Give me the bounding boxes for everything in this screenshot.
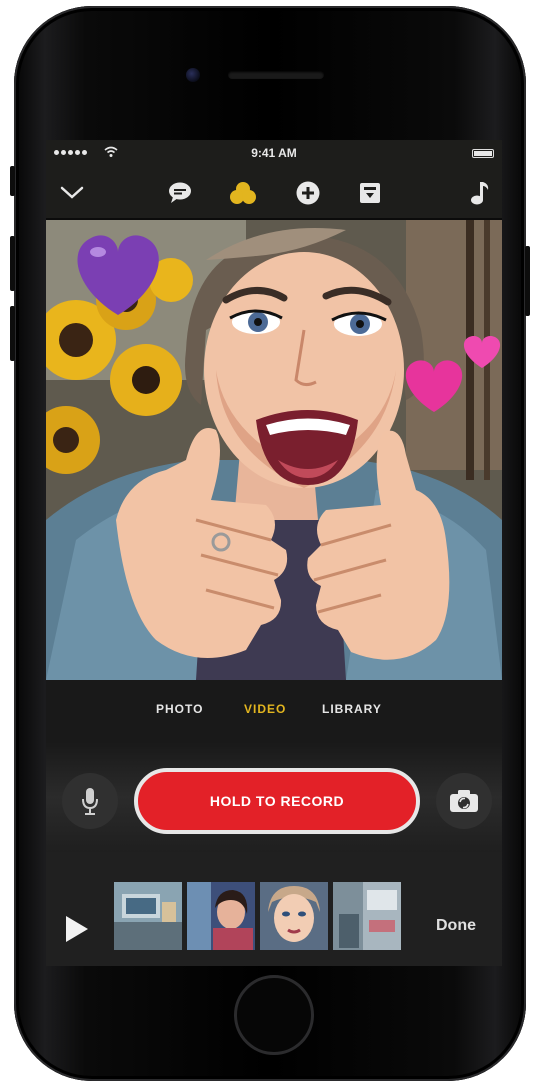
camera-preview[interactable] bbox=[46, 220, 502, 680]
hold-to-record-button[interactable]: HOLD TO RECORD bbox=[134, 768, 420, 834]
mode-library-tab[interactable]: LIBRARY bbox=[322, 702, 382, 716]
flip-camera-icon bbox=[450, 790, 478, 812]
status-bar: 9:41 AM bbox=[46, 140, 502, 168]
flip-camera-button[interactable] bbox=[436, 773, 492, 829]
clip-thumbnail-4[interactable] bbox=[333, 882, 401, 950]
chevron-down-icon[interactable] bbox=[58, 179, 86, 207]
earpiece-speaker bbox=[228, 71, 324, 79]
volume-up-button bbox=[10, 236, 15, 291]
play-icon[interactable] bbox=[66, 916, 88, 942]
capture-mode-selector: PHOTO VIDEO LIBRARY bbox=[46, 680, 502, 742]
speech-bubble-icon[interactable] bbox=[166, 179, 194, 207]
mode-video-tab[interactable]: VIDEO bbox=[244, 702, 286, 716]
preview-image bbox=[46, 220, 502, 680]
clip-timeline: Done bbox=[46, 852, 502, 966]
microphone-button[interactable] bbox=[62, 773, 118, 829]
microphone-icon bbox=[82, 788, 98, 815]
home-button[interactable] bbox=[234, 975, 314, 1055]
clip-thumbnail-3[interactable] bbox=[260, 882, 328, 950]
sticker-plus-icon[interactable] bbox=[294, 179, 322, 207]
mode-photo-tab[interactable]: PHOTO bbox=[156, 702, 203, 716]
power-button bbox=[525, 246, 530, 316]
app-screen: 9:41 AM PHOTO VIDEO LIBRARY HOLD TO RECO… bbox=[46, 140, 502, 966]
title-card-icon[interactable] bbox=[356, 179, 384, 207]
battery-icon bbox=[472, 149, 494, 158]
volume-down-button bbox=[10, 306, 15, 361]
status-time: 9:41 AM bbox=[251, 146, 297, 160]
front-camera bbox=[186, 68, 200, 82]
record-controls: HOLD TO RECORD bbox=[46, 742, 502, 852]
record-button-label: HOLD TO RECORD bbox=[209, 793, 345, 809]
top-toolbar bbox=[46, 168, 502, 218]
clip-thumbnail-1[interactable] bbox=[114, 882, 182, 950]
music-note-icon[interactable] bbox=[466, 179, 494, 207]
clip-thumbnail-2[interactable] bbox=[187, 882, 255, 950]
filter-circles-icon[interactable] bbox=[229, 179, 257, 207]
done-button[interactable]: Done bbox=[436, 917, 476, 935]
mute-switch bbox=[10, 166, 15, 196]
